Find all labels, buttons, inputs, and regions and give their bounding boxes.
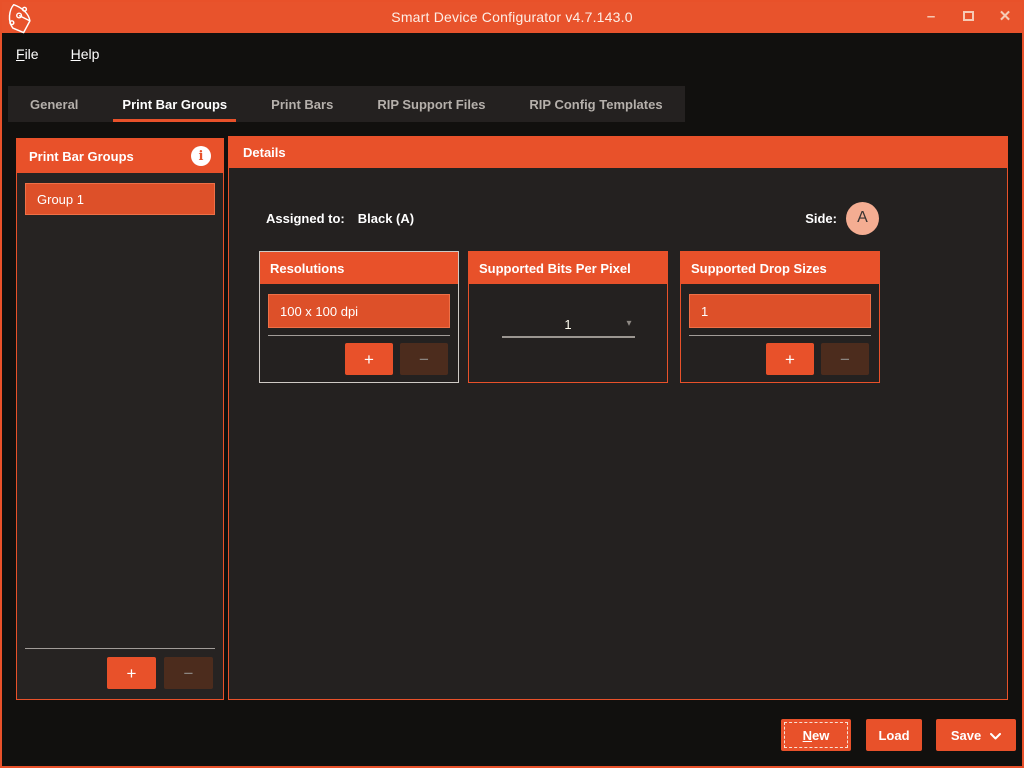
add-drop-size-button[interactable]: +	[766, 343, 814, 375]
assigned-to-label: Assigned to:	[266, 211, 345, 226]
maximize-icon	[963, 11, 974, 21]
assigned-row: Assigned to: Black (A) Side: A	[266, 201, 1007, 235]
bits-per-pixel-dropdown[interactable]: 1 ▾	[502, 312, 635, 338]
bits-per-pixel-title: Supported Bits Per Pixel	[479, 261, 631, 276]
new-button[interactable]: New	[781, 719, 851, 751]
print-bar-groups-title: Print Bar Groups	[29, 149, 134, 164]
assigned-to-value: Black (A)	[358, 211, 414, 226]
tab-rip-support-files[interactable]: RIP Support Files	[355, 86, 507, 122]
print-bar-groups-header: Print Bar Groups i	[17, 139, 223, 173]
info-icon[interactable]: i	[191, 146, 211, 166]
tab-print-bar-groups[interactable]: Print Bar Groups	[100, 86, 249, 122]
maximize-button[interactable]	[961, 9, 975, 24]
minimize-button[interactable]: –	[924, 9, 938, 24]
window-title: Smart Device Configurator v4.7.143.0	[391, 9, 632, 25]
side-label: Side:	[805, 211, 837, 226]
remove-resolution-button[interactable]: −	[400, 343, 448, 375]
menu-item-file[interactable]: File	[16, 46, 39, 62]
add-resolution-button[interactable]: +	[345, 343, 393, 375]
divider	[689, 335, 871, 336]
app-logo-icon	[2, 1, 38, 39]
add-group-button[interactable]: +	[107, 657, 156, 689]
drop-sizes-title: Supported Drop Sizes	[691, 261, 827, 276]
divider	[25, 648, 215, 649]
divider	[268, 335, 450, 336]
window-controls: – ✕	[924, 0, 1012, 33]
chevron-down-icon: ▾	[626, 319, 631, 329]
print-bar-groups-panel: Print Bar Groups i Group 1 + −	[16, 138, 224, 700]
remove-group-button[interactable]: −	[164, 657, 213, 689]
tab-general[interactable]: General	[8, 86, 100, 122]
details-header: Details	[229, 137, 1007, 168]
resolutions-panel: Resolutions 100 x 100 dpi + −	[259, 251, 459, 383]
tab-print-bars[interactable]: Print Bars	[249, 86, 355, 122]
drop-sizes-panel: Supported Drop Sizes 1 + −	[680, 251, 880, 383]
load-button-label: Load	[878, 728, 909, 743]
menu-bar: File Help	[0, 33, 1024, 75]
menu-item-help[interactable]: Help	[71, 46, 100, 62]
group-list: Group 1	[17, 183, 223, 215]
bits-per-pixel-value: 1	[564, 317, 571, 332]
side-badge: A	[846, 202, 879, 235]
resolutions-title: Resolutions	[270, 261, 344, 276]
resolutions-header: Resolutions	[260, 252, 458, 284]
bits-per-pixel-panel: Supported Bits Per Pixel 1 ▾	[468, 251, 668, 383]
list-item-drop-size[interactable]: 1	[689, 294, 871, 328]
side-group: Side: A	[805, 202, 879, 235]
tab-strip: General Print Bar Groups Print Bars RIP …	[8, 86, 685, 122]
bits-per-pixel-header: Supported Bits Per Pixel	[469, 252, 667, 284]
save-button-label: Save	[951, 728, 981, 743]
details-panel: Details Assigned to: Black (A) Side: A R…	[228, 136, 1008, 700]
chevron-down-icon	[990, 733, 1001, 740]
title-bar: Smart Device Configurator v4.7.143.0 – ✕	[0, 0, 1024, 33]
details-title: Details	[243, 145, 286, 160]
new-button-label: New	[803, 728, 830, 743]
remove-drop-size-button[interactable]: −	[821, 343, 869, 375]
load-button[interactable]: Load	[866, 719, 922, 751]
save-button[interactable]: Save	[936, 719, 1016, 751]
group-list-actions: + −	[25, 648, 215, 689]
list-item-resolution[interactable]: 100 x 100 dpi	[268, 294, 450, 328]
tab-rip-config-templates[interactable]: RIP Config Templates	[507, 86, 684, 122]
list-item-group[interactable]: Group 1	[25, 183, 215, 215]
drop-sizes-header: Supported Drop Sizes	[681, 252, 879, 284]
close-button[interactable]: ✕	[998, 9, 1012, 24]
